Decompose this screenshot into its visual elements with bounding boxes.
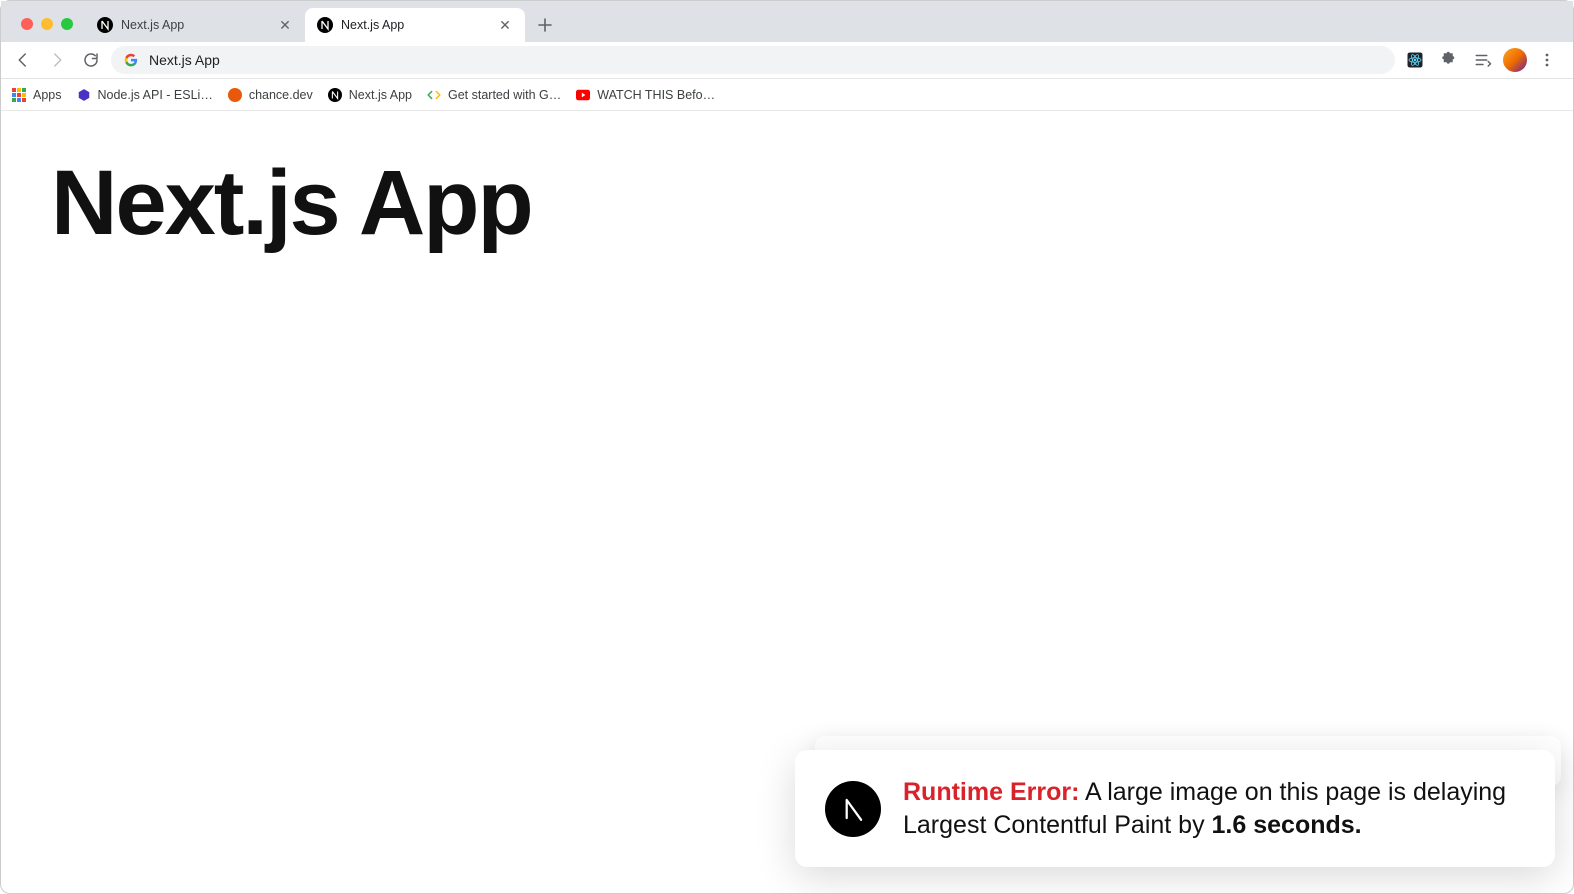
reload-button[interactable] — [77, 46, 105, 74]
nextjs-icon — [317, 17, 333, 33]
bookmark-item[interactable]: Node.js API - ESLi… — [76, 87, 213, 103]
close-icon[interactable]: ✕ — [497, 17, 513, 33]
page-heading: Next.js App — [51, 151, 1523, 256]
nextjs-icon — [97, 17, 113, 33]
chrome-menu-icon[interactable] — [1533, 46, 1561, 74]
address-bar[interactable]: Next.js App — [111, 46, 1395, 74]
toast-stack: Runtime Error: A large image on this pag… — [795, 750, 1555, 867]
forward-button[interactable] — [43, 46, 71, 74]
toast-message: Runtime Error: A large image on this pag… — [903, 776, 1525, 841]
profile-avatar[interactable] — [1503, 48, 1527, 72]
toast-bold-text: 1.6 seconds. — [1212, 811, 1362, 839]
apps-shortcut[interactable]: Apps — [11, 87, 62, 103]
close-icon[interactable]: ✕ — [277, 17, 293, 33]
browser-toolbar: Next.js App — [1, 42, 1573, 79]
bookmark-item[interactable]: Next.js App — [327, 87, 412, 103]
extensions-icon[interactable] — [1435, 46, 1463, 74]
browser-tab-bar: Next.js App ✕ Next.js App ✕ — [1, 1, 1573, 42]
google-icon — [123, 52, 139, 68]
page-content: Next.js App — [1, 111, 1573, 296]
window-minimize-button[interactable] — [41, 18, 53, 30]
nextjs-icon — [327, 87, 343, 103]
code-icon — [426, 87, 442, 103]
address-bar-text: Next.js App — [149, 52, 220, 68]
nextjs-logo-icon — [825, 781, 881, 837]
tab-title: Next.js App — [121, 18, 269, 32]
new-tab-button[interactable] — [531, 11, 559, 39]
chance-dev-icon — [227, 87, 243, 103]
bookmark-label: Next.js App — [349, 88, 412, 102]
bookmarks-bar: Apps Node.js API - ESLi… chance.dev Next… — [1, 79, 1573, 111]
error-label: Runtime Error: — [903, 778, 1079, 806]
bookmark-item[interactable]: WATCH THIS Befo… — [575, 87, 715, 103]
tab-title: Next.js App — [341, 18, 489, 32]
bookmark-label: WATCH THIS Befo… — [597, 88, 715, 102]
bookmark-label: Node.js API - ESLi… — [98, 88, 213, 102]
browser-tab-active[interactable]: Next.js App ✕ — [305, 8, 525, 42]
bookmark-label: Get started with G… — [448, 88, 561, 102]
back-button[interactable] — [9, 46, 37, 74]
bookmark-item[interactable]: Get started with G… — [426, 87, 561, 103]
react-devtools-icon[interactable] — [1401, 46, 1429, 74]
window-close-button[interactable] — [21, 18, 33, 30]
bookmark-label: chance.dev — [249, 88, 313, 102]
bookmark-item[interactable]: chance.dev — [227, 87, 313, 103]
window-traffic-lights — [9, 18, 85, 30]
reading-list-icon[interactable] — [1469, 46, 1497, 74]
apps-grid-icon — [11, 87, 27, 103]
browser-tab-inactive[interactable]: Next.js App ✕ — [85, 8, 305, 42]
window-zoom-button[interactable] — [61, 18, 73, 30]
eslint-icon — [76, 87, 92, 103]
toolbar-right — [1401, 46, 1565, 74]
bookmark-label: Apps — [33, 88, 62, 102]
runtime-error-toast[interactable]: Runtime Error: A large image on this pag… — [795, 750, 1555, 867]
youtube-icon — [575, 87, 591, 103]
